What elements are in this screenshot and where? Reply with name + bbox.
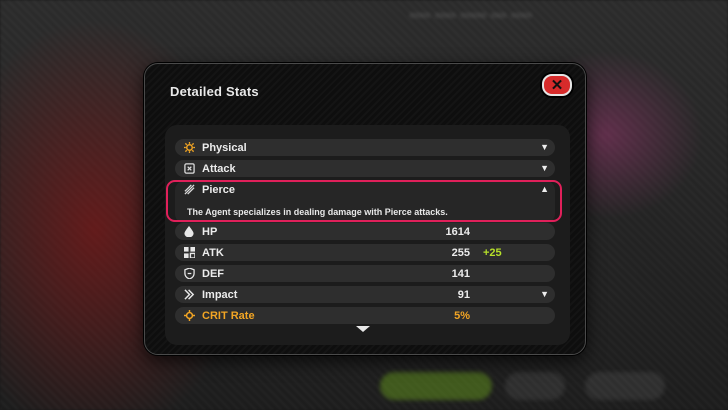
stat-value: 91 <box>457 288 470 301</box>
modal-title: Detailed Stats <box>170 84 259 99</box>
background-button-blur <box>585 372 665 400</box>
stat-group-physical[interactable]: Physical ▼ <box>175 139 555 156</box>
sun-gear-icon <box>183 142 195 154</box>
stat-label: HP <box>202 225 218 238</box>
crit-icon <box>183 310 195 322</box>
stat-row-impact[interactable]: Impact 91 ▼ <box>175 286 555 303</box>
atk-icon <box>183 247 195 259</box>
stat-label: CRIT Rate <box>202 309 255 322</box>
stat-label: DEF <box>202 267 224 280</box>
impact-icon <box>183 289 195 301</box>
shield-icon <box>183 268 195 280</box>
stat-value: 1614 <box>445 225 470 238</box>
stat-value: 255 <box>451 246 470 259</box>
stat-group-attack[interactable]: Attack ▼ <box>175 160 555 177</box>
background-header-blur: ▪▪▪▪ ▪▪▪▪ ▪▪▪▪▪ ▪▪▪ ▪▪▪▪ <box>410 8 533 22</box>
stat-label: Impact <box>202 288 238 301</box>
target-icon <box>183 163 195 175</box>
stat-group-label: Physical <box>202 141 247 154</box>
chevron-down-icon: ▼ <box>540 289 549 299</box>
background-button-blur <box>380 372 492 400</box>
scroll-down-indicator-icon[interactable] <box>356 326 370 332</box>
stat-row-hp[interactable]: HP 1614 <box>175 223 555 240</box>
stat-group-label: Attack <box>202 162 236 175</box>
chevron-down-icon: ▼ <box>540 142 549 152</box>
stat-row-crit-rate[interactable]: CRIT Rate 5% <box>175 307 555 324</box>
stat-bonus: +25 <box>483 246 502 259</box>
stat-value: 5% <box>454 309 470 322</box>
stats-panel: Physical ▼ Attack ▼ Pierce ▲ The Agent s… <box>165 125 570 345</box>
close-button[interactable]: ✕ <box>542 74 572 96</box>
stat-label: ATK <box>202 246 224 259</box>
stat-value: 141 <box>451 267 470 280</box>
background-button-blur <box>505 372 565 400</box>
pierce-highlight-frame <box>166 180 562 222</box>
chevron-down-icon: ▼ <box>540 163 549 173</box>
stat-row-atk[interactable]: ATK 255 +25 <box>175 244 555 261</box>
droplet-icon <box>183 226 195 238</box>
close-x-icon: ✕ <box>550 76 564 94</box>
stat-row-def[interactable]: DEF 141 <box>175 265 555 282</box>
